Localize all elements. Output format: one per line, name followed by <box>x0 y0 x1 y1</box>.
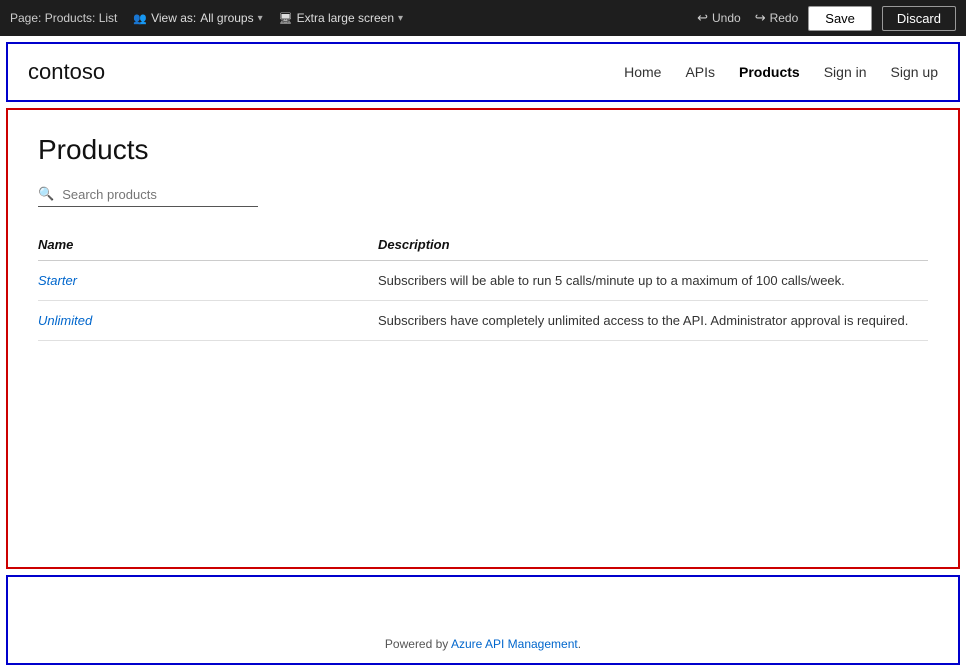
redo-label: Redo <box>770 11 799 25</box>
footer-link[interactable]: Azure API Management <box>451 637 578 651</box>
search-icon: 🔍 <box>38 186 54 202</box>
chevron-down-icon: ▾ <box>258 13 263 24</box>
logo: contoso <box>28 59 105 85</box>
product-description-cell: Subscribers have completely unlimited ac… <box>378 301 928 341</box>
footer-section: Powered by Azure API Management. <box>6 575 960 665</box>
page-label: Page: Products: List <box>10 11 117 25</box>
toolbar-right: Undo Redo Save Discard <box>697 6 956 31</box>
product-name-link[interactable]: Starter <box>38 273 77 288</box>
nav-products[interactable]: Products <box>739 64 800 80</box>
search-wrapper: 🔍 <box>38 186 258 207</box>
table-row: Starter Subscribers will be able to run 5… <box>38 261 928 301</box>
product-description-cell: Subscribers will be able to run 5 calls/… <box>378 261 928 301</box>
col-header-name: Name <box>38 231 378 261</box>
discard-button[interactable]: Discard <box>882 6 956 31</box>
screen-size-label: Extra large screen <box>297 11 394 25</box>
undo-icon <box>697 10 708 26</box>
header-section: contoso Home APIs Products Sign in Sign … <box>6 42 960 102</box>
screen-size-control[interactable]: Extra large screen ▾ <box>279 11 403 25</box>
product-name-link[interactable]: Unlimited <box>38 313 92 328</box>
content-section: Products 🔍 Name Description Starter Subsc… <box>6 108 960 569</box>
redo-icon <box>755 10 766 26</box>
col-header-description: Description <box>378 231 928 261</box>
product-name-cell: Unlimited <box>38 301 378 341</box>
page-wrapper: contoso Home APIs Products Sign in Sign … <box>0 36 966 671</box>
page-title: Products <box>38 134 928 166</box>
footer-suffix: . <box>578 637 581 651</box>
footer-powered-by: Powered by <box>385 637 451 651</box>
redo-button[interactable]: Redo <box>755 10 799 26</box>
undo-button[interactable]: Undo <box>697 10 741 26</box>
monitor-icon <box>279 11 293 25</box>
table-row: Unlimited Subscribers have completely unl… <box>38 301 928 341</box>
undo-redo-group: Undo Redo <box>697 10 798 26</box>
view-as-label: View as: <box>151 11 196 25</box>
search-input[interactable] <box>62 187 242 202</box>
footer-text: Powered by Azure API Management. <box>385 637 581 651</box>
view-as-value: All groups <box>200 11 253 25</box>
save-button[interactable]: Save <box>808 6 872 31</box>
nav-signup[interactable]: Sign up <box>891 64 938 80</box>
toolbar-left: Page: Products: List View as: All groups… <box>10 11 681 25</box>
toolbar: Page: Products: List View as: All groups… <box>0 0 966 36</box>
view-as-control[interactable]: View as: All groups ▾ <box>133 11 262 25</box>
main-nav: Home APIs Products Sign in Sign up <box>624 64 938 80</box>
users-icon <box>133 11 147 25</box>
nav-apis[interactable]: APIs <box>685 64 715 80</box>
products-table: Name Description Starter Subscribers will… <box>38 231 928 341</box>
chevron-down-icon-2: ▾ <box>398 13 403 24</box>
nav-signin[interactable]: Sign in <box>824 64 867 80</box>
undo-label: Undo <box>712 11 741 25</box>
nav-home[interactable]: Home <box>624 64 661 80</box>
product-name-cell: Starter <box>38 261 378 301</box>
